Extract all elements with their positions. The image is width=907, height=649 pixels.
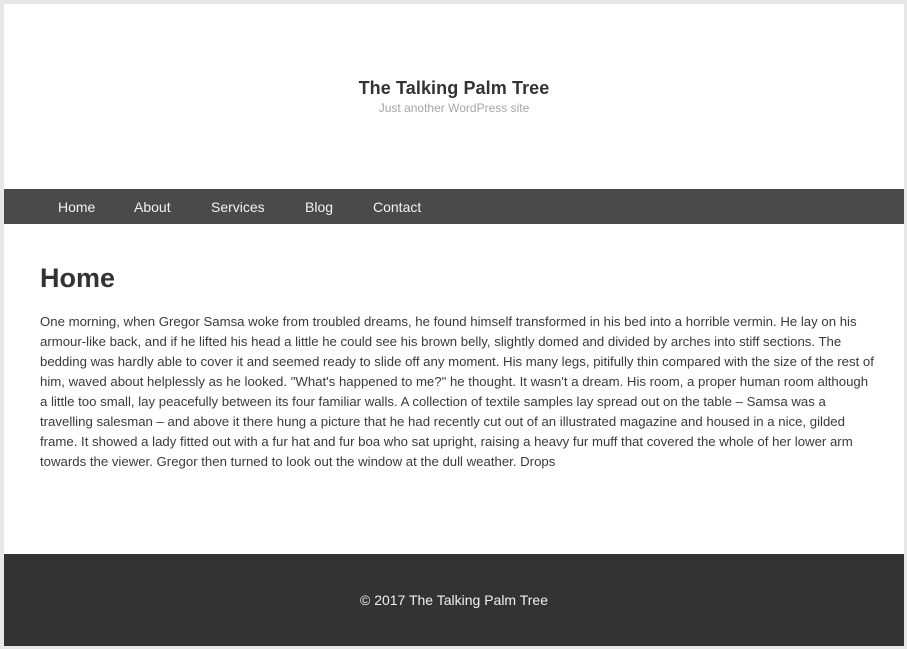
page-frame: The Talking Palm Tree Just another WordP…: [4, 4, 904, 646]
nav-item-about[interactable]: About: [134, 199, 171, 215]
nav-item-contact[interactable]: Contact: [373, 199, 421, 215]
site-header: The Talking Palm Tree Just another WordP…: [4, 4, 904, 189]
main-content: Home One morning, when Gregor Samsa woke…: [40, 262, 876, 472]
page-body-text: One morning, when Gregor Samsa woke from…: [40, 314, 874, 469]
site-footer: © 2017 The Talking Palm Tree: [4, 554, 904, 646]
nav-item-services[interactable]: Services: [211, 199, 265, 215]
nav-item-home[interactable]: Home: [58, 199, 95, 215]
site-tagline: Just another WordPress site: [378, 101, 530, 115]
nav-item-blog[interactable]: Blog: [305, 199, 333, 215]
footer-copyright: © 2017 The Talking Palm Tree: [359, 592, 548, 608]
page-title: Home: [40, 263, 116, 293]
site-title[interactable]: The Talking Palm Tree: [4, 78, 904, 99]
main-navigation: Home About Services Blog Contact: [4, 189, 904, 224]
